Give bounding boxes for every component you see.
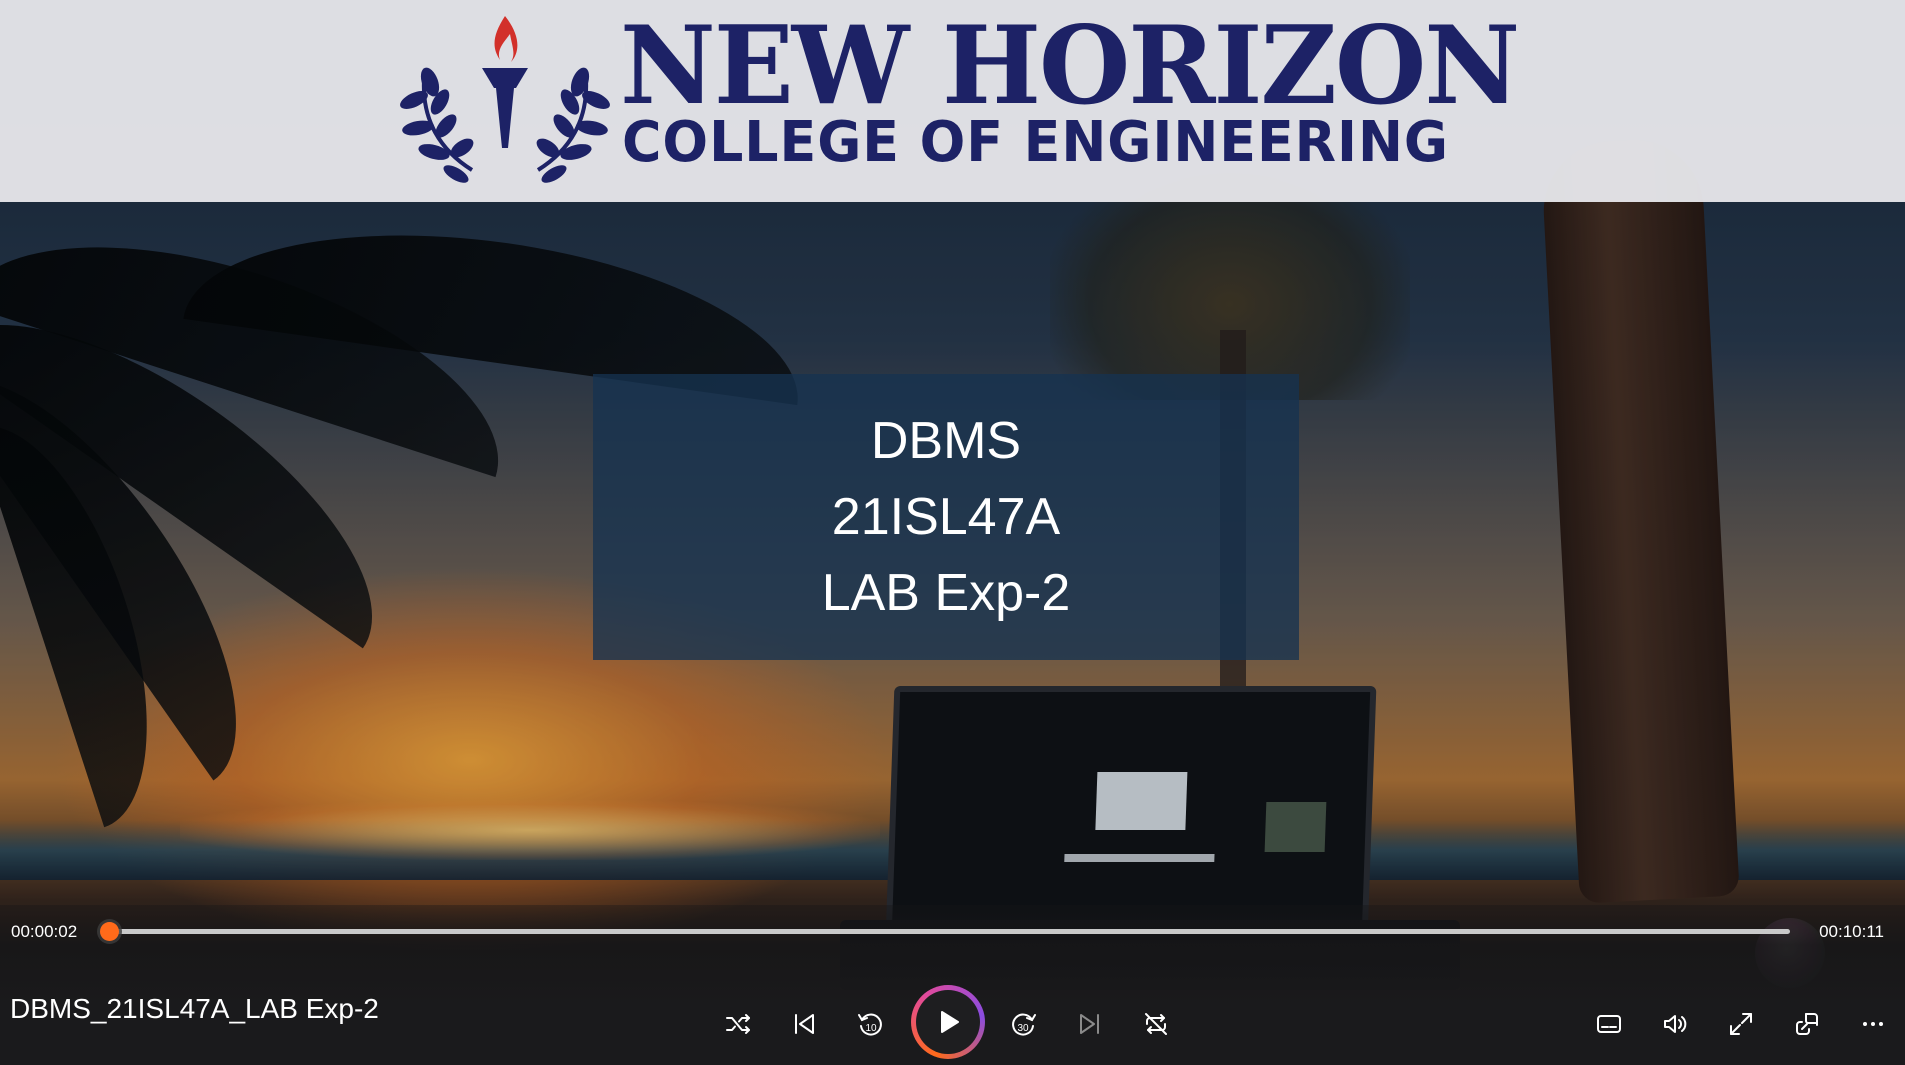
college-subtitle: COLLEGE OF ENGINEERING [622,110,1450,175]
previous-button[interactable] [782,1002,826,1046]
more-icon [1863,1022,1883,1026]
rewind-label: 10 [865,1023,877,1034]
torch-laurel-emblem [400,16,610,183]
fullscreen-button[interactable] [1719,1002,1763,1046]
player-controls: 00:00:02 00:10:11 DBMS_21ISL47A_LAB Exp-… [0,905,1905,1065]
rewind-10-icon: 10 [858,1013,882,1036]
shuffle-button[interactable] [716,1002,760,1046]
next-icon [1080,1014,1099,1034]
next-button[interactable] [1068,1002,1112,1046]
title-card-experiment: LAB Exp-2 [821,564,1071,622]
forward-label: 30 [1017,1023,1029,1034]
play-icon [941,1011,959,1033]
elapsed-time: 00:00:02 [11,922,78,941]
play-button[interactable] [911,985,985,1059]
play-button-inner [916,990,980,1054]
subtitles-icon [1597,1015,1621,1033]
previous-icon [795,1014,814,1034]
forward-30-icon: 30 [1012,1013,1036,1036]
media-title: DBMS_21ISL47A_LAB Exp-2 [10,993,379,1024]
repeat-off-icon [1145,1013,1167,1035]
fullscreen-icon [1730,1013,1752,1035]
volume-button[interactable] [1653,1002,1697,1046]
video-title-card: DBMS 21ISL47A LAB Exp-2 [593,374,1299,660]
seek-bar[interactable] [100,922,1790,941]
college-name: NEW HORIZON [620,3,1520,129]
repeat-button[interactable] [1134,1002,1178,1046]
volume-icon [1664,1015,1687,1033]
subtitles-button[interactable] [1587,1002,1631,1046]
forward-button[interactable]: 30 [1002,1002,1046,1046]
total-time: 00:10:11 [1819,922,1884,941]
title-card-course-code: 21ISL47A [831,488,1061,546]
shuffle-icon [726,1014,750,1034]
seek-bar-thumb[interactable] [100,922,120,941]
title-card-subject: DBMS [870,412,1022,470]
college-logo-banner: NEW HORIZON COLLEGE OF ENGINEERING [0,0,1905,202]
miniplayer-icon [1796,1013,1818,1035]
miniplayer-button[interactable] [1785,1002,1829,1046]
rewind-button[interactable]: 10 [848,1002,892,1046]
media-player-window: NEW HORIZON COLLEGE OF ENGINEERING DBMS … [0,0,1905,1065]
more-options-button[interactable] [1851,1002,1895,1046]
